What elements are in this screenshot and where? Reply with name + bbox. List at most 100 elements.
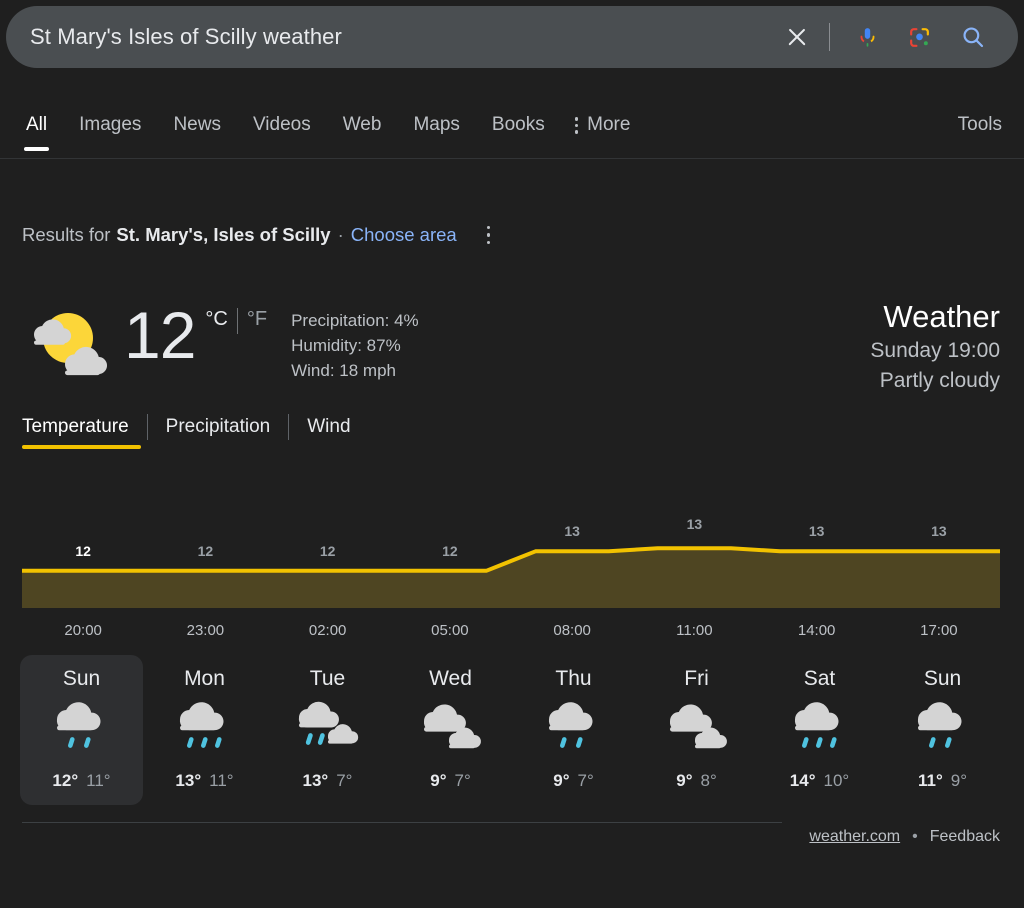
forecast-day-card[interactable]: Fri 9° 8° (635, 655, 758, 805)
partly-cloudy-rain-icon (295, 695, 361, 757)
footer-divider (22, 822, 782, 823)
nav-bottom-rule (0, 158, 1024, 159)
forecast-low-temp: 7° (454, 771, 471, 790)
forecast-high-temp: 9° (553, 771, 570, 790)
forecast-day-card[interactable]: Sun 12° 11° (20, 655, 143, 805)
daily-forecast-list: Sun 12° 11° Mon 13° 11° Tue 13° 7° Wed 9° 7° Thu 9° 7°… (20, 655, 1004, 805)
chart-point-label: 12 (319, 542, 336, 559)
forecast-day-temps: 12° 11° (52, 771, 110, 791)
forecast-day-name: Wed (429, 667, 472, 690)
unit-toggle[interactable]: °C °F (205, 308, 267, 334)
rain-icon (172, 695, 238, 757)
time-axis-label: 20:00 (64, 622, 102, 639)
forecast-day-temps: 9° 7° (553, 771, 594, 791)
search-divider (829, 23, 830, 51)
google-lens-icon[interactable] (896, 15, 942, 59)
wind-stat: Wind: 18 mph (291, 361, 396, 380)
forecast-day-card[interactable]: Sat 14° 10° (758, 655, 881, 805)
forecast-day-card[interactable]: Tue 13° 7° (266, 655, 389, 805)
precipitation-stat: Precipitation: 4% (291, 311, 419, 330)
feedback-link[interactable]: Feedback (930, 828, 1000, 846)
weather-datetime: Sunday 19:00 (870, 339, 1000, 362)
humidity-stat: Humidity: 87% (291, 336, 401, 355)
tools-button[interactable]: Tools (958, 114, 1002, 136)
nav-tab-images[interactable]: Images (63, 104, 157, 136)
nav-tab-videos[interactable]: Videos (237, 104, 327, 136)
chart-point-label: 13 (686, 516, 703, 533)
chart-point-label: 13 (564, 523, 580, 540)
rain-icon (541, 695, 607, 757)
cloudy-icon (418, 695, 484, 757)
unit-celsius[interactable]: °C (205, 308, 227, 331)
nav-tab-maps[interactable]: Maps (397, 104, 475, 136)
time-axis-label: 14:00 (797, 622, 836, 639)
forecast-high-temp: 13° (175, 771, 202, 790)
chart-area-svg (22, 546, 1000, 608)
temperature-chart[interactable]: 12 12 12 12 13 13 13 13 (22, 498, 1000, 608)
chart-fill-path (22, 548, 1000, 608)
results-for-label: Results for (22, 224, 111, 245)
more-vertical-icon (574, 117, 579, 134)
forecast-day-name: Sun (923, 667, 962, 690)
forecast-day-name: Sat (803, 667, 836, 690)
choose-area-link[interactable]: Choose area (351, 224, 457, 246)
tab-temperature[interactable]: Temperature (22, 416, 147, 449)
forecast-low-temp: 11° (209, 771, 234, 790)
forecast-high-temp: 14° (789, 771, 816, 790)
forecast-day-name: Sun (62, 667, 101, 690)
forecast-high-temp: 11° (917, 771, 943, 790)
rain-icon (910, 695, 976, 757)
rain-icon (49, 695, 115, 757)
forecast-low-temp: 7° (336, 771, 353, 790)
current-temperature: 12 (124, 298, 196, 372)
nav-more-button[interactable]: More (561, 104, 647, 136)
nav-tab-all[interactable]: All (10, 104, 63, 151)
nav-tab-web[interactable]: Web (327, 104, 398, 136)
page-title: Weather (883, 299, 1000, 334)
forecast-day-name: Mon (184, 667, 225, 690)
weather-title-block: Weather Sunday 19:00 Partly cloudy (870, 298, 1000, 396)
forecast-day-card[interactable]: Wed 9° 7° (389, 655, 512, 805)
nav-tab-books[interactable]: Books (476, 104, 561, 136)
results-for-place: St. Mary's, Isles of Scilly (116, 224, 331, 245)
time-axis-label: 11:00 (676, 622, 713, 639)
footer: weather.com • Feedback (809, 828, 1000, 846)
forecast-day-card[interactable]: Mon 13° 11° (143, 655, 266, 805)
search-input[interactable]: St Mary's Isles of Scilly weather (30, 24, 775, 50)
weather-condition: Partly cloudy (879, 369, 1000, 392)
chart-point-label: 12 (197, 542, 214, 559)
forecast-high-temp: 13° (302, 771, 329, 790)
forecast-day-card[interactable]: Thu 9° 7° (512, 655, 635, 805)
weather-source-link[interactable]: weather.com (809, 828, 900, 846)
forecast-day-temps: 9° 7° (430, 771, 471, 791)
search-bar[interactable]: St Mary's Isles of Scilly weather (6, 6, 1018, 68)
chart-point-label: 13 (931, 523, 947, 540)
forecast-day-temps: 9° 8° (676, 771, 717, 791)
time-axis-label: 23:00 (186, 622, 225, 639)
forecast-day-card[interactable]: Sun 11° 9° (881, 655, 1004, 805)
time-axis-label: 02:00 (308, 622, 347, 639)
forecast-low-temp: 10° (823, 771, 850, 790)
chart-point-label: 12 (75, 542, 91, 559)
rain-icon (787, 695, 853, 757)
unit-fahrenheit[interactable]: °F (247, 308, 267, 331)
forecast-high-temp: 12° (52, 771, 79, 790)
metric-tab-divider (146, 414, 148, 440)
close-icon[interactable] (775, 15, 819, 59)
tab-precipitation[interactable]: Precipitation (166, 416, 289, 449)
results-for-separator: · (337, 224, 344, 245)
forecast-day-name: Fri (684, 667, 709, 690)
tab-wind[interactable]: Wind (307, 416, 368, 449)
search-icon[interactable] (950, 15, 996, 59)
forecast-low-temp: 7° (577, 771, 594, 790)
cloudy-icon (664, 695, 730, 757)
nav-tab-news[interactable]: News (157, 104, 237, 136)
forecast-day-temps: 13° 7° (303, 771, 353, 791)
microphone-icon[interactable] (844, 15, 890, 59)
search-results-page: St Mary's Isles of Scilly weather All Im… (0, 0, 1024, 908)
forecast-high-temp: 9° (676, 771, 693, 790)
forecast-day-temps: 13° 11° (175, 771, 233, 791)
time-axis-label: 05:00 (431, 622, 469, 639)
more-options-icon[interactable] (486, 225, 491, 245)
time-axis-label: 08:00 (553, 622, 591, 639)
